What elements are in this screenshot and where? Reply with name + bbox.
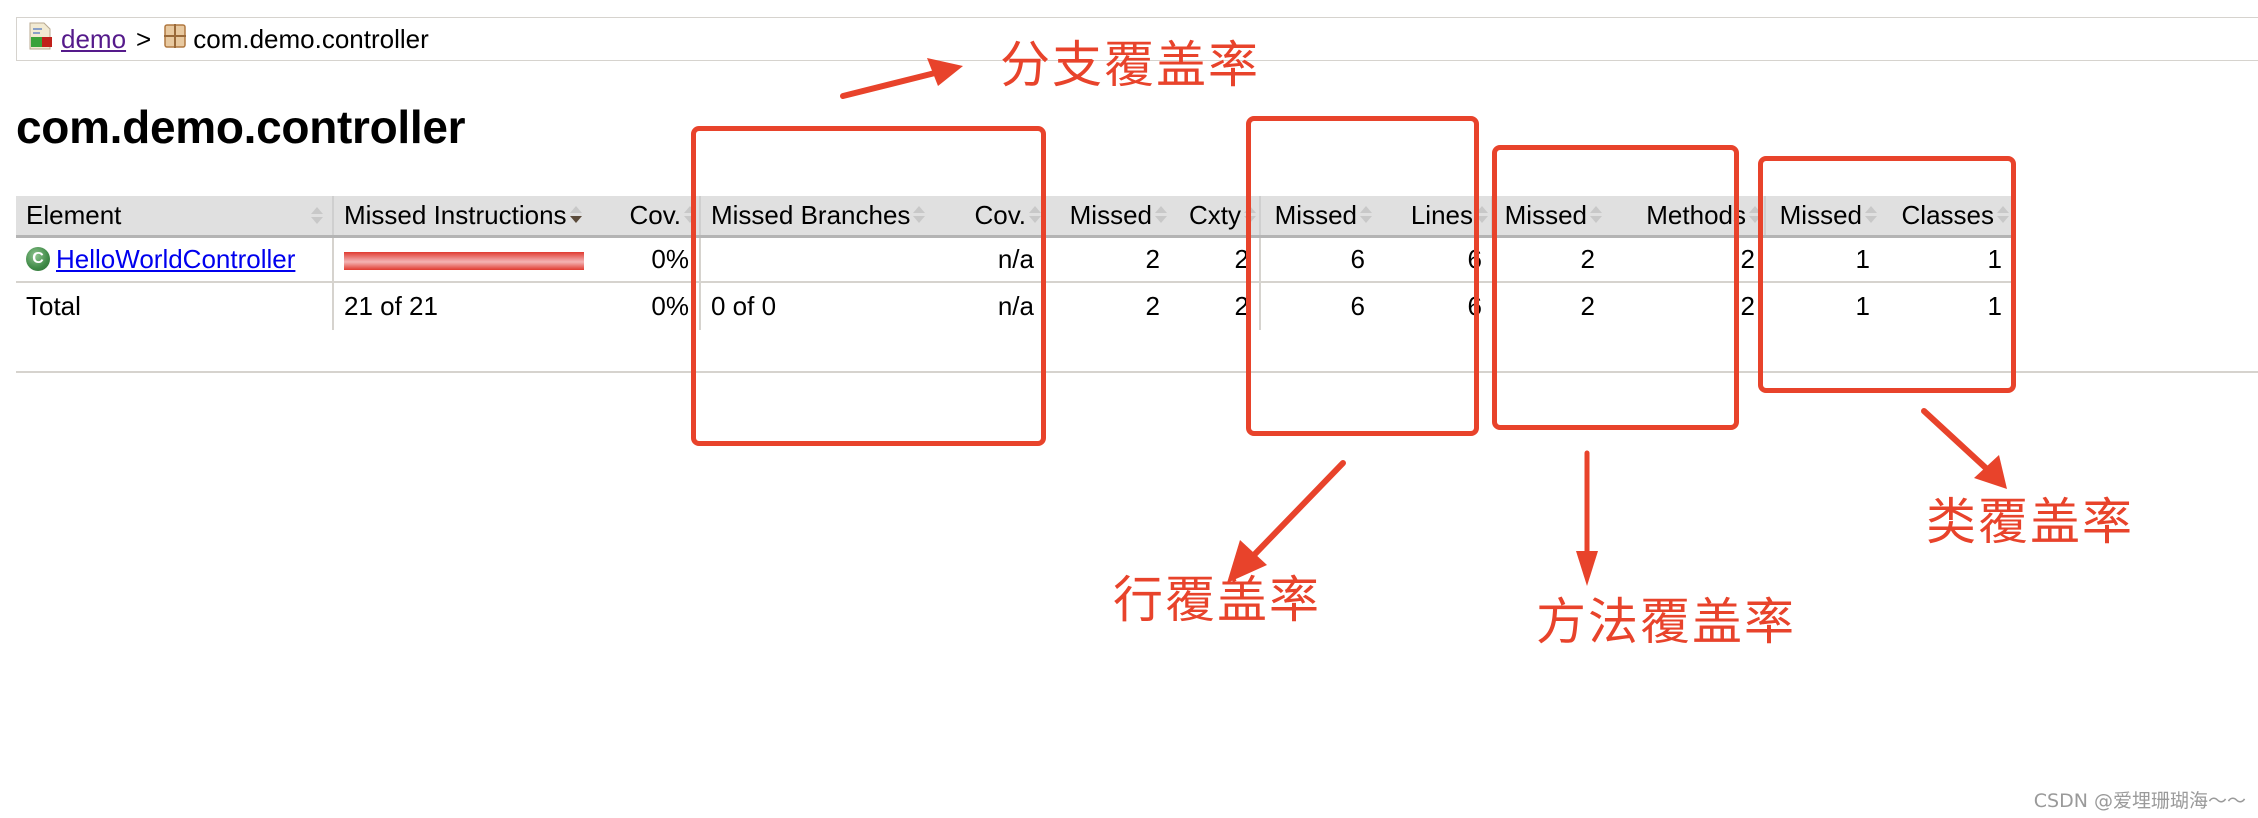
annotation-arrows xyxy=(840,58,2007,586)
branch-coverage-label: 分支覆盖率 xyxy=(1000,36,1260,94)
branch-arrow-icon xyxy=(840,58,963,99)
method-coverage-label: 方法覆盖率 xyxy=(1536,593,1796,651)
class-arrow-icon xyxy=(1921,408,2007,489)
method-arrow-icon xyxy=(1576,450,1598,586)
watermark: CSDN @爱埋珊瑚海～～ xyxy=(2033,790,2246,812)
class-coverage-label: 类覆盖率 xyxy=(1926,493,2134,551)
line-coverage-label: 行覆盖率 xyxy=(1113,571,1321,629)
